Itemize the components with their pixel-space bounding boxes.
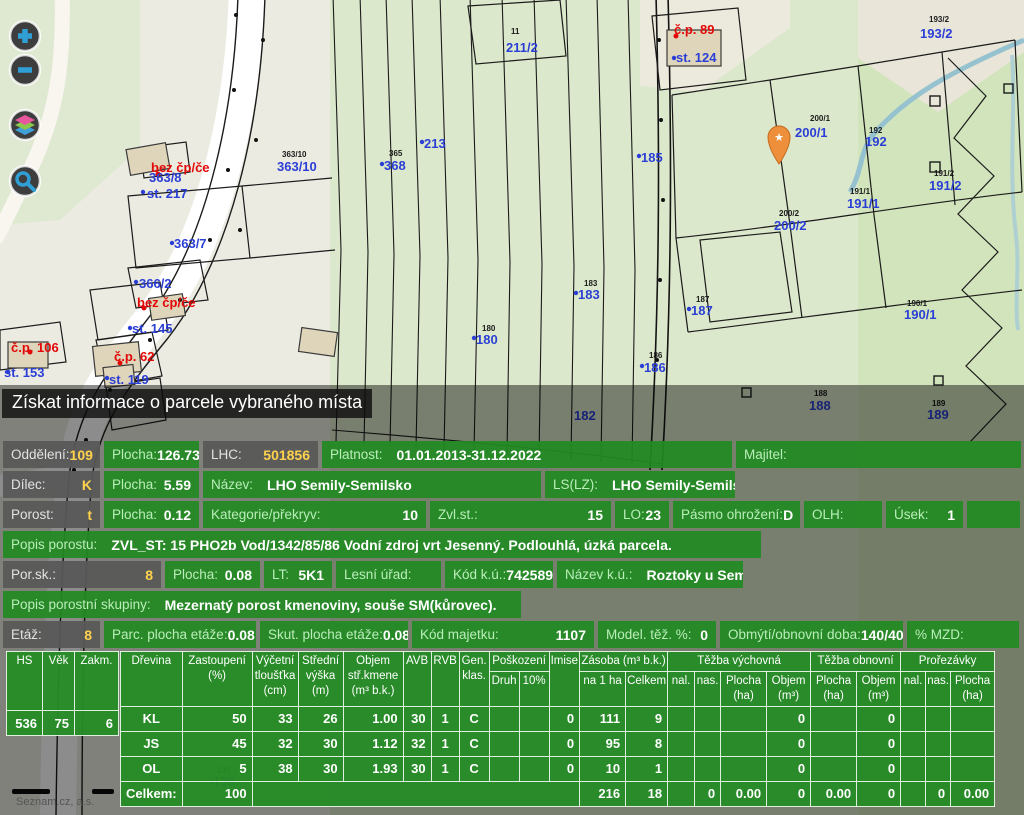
col-gen-klas: Gen. klas. (459, 652, 489, 707)
parcel-label: 200/2 (774, 218, 807, 233)
col-nal: nal. (901, 671, 926, 706)
col-rvb: RVB (431, 652, 459, 707)
parcel-label: 200/1 (795, 125, 828, 140)
parcel-label: 191/2 (929, 178, 962, 193)
layers-button[interactable] (8, 108, 42, 142)
parcel-label: 187 (691, 303, 713, 318)
col-plocha-ha: Plocha (ha) (721, 671, 767, 706)
small-label: 191/2 (934, 169, 954, 178)
parcel-label: 183 (578, 287, 600, 302)
parcel-label: 185 (641, 150, 663, 165)
col-nal: nal. (668, 671, 695, 706)
group-tezba-vychovna: Těžba výchovná (668, 652, 811, 672)
parcel-label: 193/2 (920, 26, 953, 41)
col-druh: Druh (489, 671, 519, 706)
building-label: č.p. 89 (674, 22, 714, 37)
table-row: JS 45 32 30 1.12 32 1 C 0 95 8 0 0 (121, 731, 995, 756)
table-total-row: Celkem: 100 216 18 0 0.00 0 0.00 0 0 0.0… (121, 781, 995, 806)
plus-icon (8, 19, 42, 53)
group-tezba-obnovni: Těžba obnovní (811, 652, 901, 672)
building-label: bez čp/če (137, 295, 196, 310)
col-nas: nas. (695, 671, 721, 706)
parcel-label: 211/2 (506, 40, 538, 55)
col-zastoupeni: Zastoupení (%) (182, 652, 252, 707)
parcel-label: 366/2 (139, 276, 172, 291)
small-label: 193/2 (929, 15, 949, 24)
col-imise: Imise (549, 652, 579, 707)
species-table: Dřevina Zastoupení (%) Výčetní tloušťka … (120, 651, 995, 807)
parcel-label: 213 (424, 136, 446, 151)
small-label: 11 (511, 27, 519, 36)
small-label: 186 (649, 351, 662, 360)
map-application: ★ 211/2 st. 124 193/2 200/1 192 213 363/… (0, 0, 1024, 815)
building-label: bez čp/če (151, 160, 210, 175)
col-zakm: Zakm. (75, 652, 119, 711)
building-label: č.p. 62 (114, 349, 154, 364)
small-label: 363/10 (282, 150, 306, 159)
small-label: 187 (696, 295, 709, 304)
total-label: Celkem: (121, 781, 183, 806)
parcel-label: 186 (644, 360, 666, 375)
stand-summary-table: HS Věk Zakm. 536 75 6 (6, 651, 119, 736)
parcel-label: 190/1 (904, 307, 937, 322)
col-na1ha: na 1 ha (580, 671, 626, 706)
col-vek: Věk (43, 652, 75, 711)
parcel-label: st. 153 (4, 365, 44, 380)
minus-icon (8, 53, 42, 87)
col-vycetni: Výčetní tloušťka (cm) (252, 652, 298, 707)
small-label: 190/1 (907, 299, 927, 308)
zoom-out-button[interactable] (8, 53, 42, 87)
col-10pct: 10% (519, 671, 549, 706)
small-label: 180 (482, 324, 495, 333)
group-poskozeni: Poškození (489, 652, 549, 672)
small-label: 192 (869, 126, 882, 135)
small-label: 200/1 (810, 114, 830, 123)
small-label: 200/2 (779, 209, 799, 218)
small-label: 183 (584, 279, 597, 288)
group-zasoba: Zásoba (m³ b.k.) (580, 652, 668, 672)
col-nas: nas. (926, 671, 951, 706)
col-plocha-ha: Plocha (ha) (811, 671, 857, 706)
col-drevina: Dřevina (121, 652, 183, 707)
col-objem-m3: Objem (m³) (857, 671, 901, 706)
layers-icon (8, 108, 42, 142)
table-row: KL 50 33 26 1.00 30 1 C 0 111 9 0 0 (121, 706, 995, 731)
parcel-label: 363/10 (277, 159, 317, 174)
col-celkem: Celkem (626, 671, 668, 706)
parcel-label: st. 217 (147, 186, 187, 201)
small-label: 191/1 (850, 187, 870, 196)
col-stredni: Střední výška (m) (298, 652, 343, 707)
parcel-label: st. 145 (132, 321, 172, 336)
parcel-label: 368 (384, 158, 406, 173)
parcel-label: st. 124 (676, 50, 716, 65)
col-avb: AVB (403, 652, 431, 707)
search-button[interactable] (8, 164, 42, 198)
search-icon (8, 164, 42, 198)
parcel-label: 191/1 (847, 196, 880, 211)
building-label: č.p. 106 (11, 340, 59, 355)
col-hs: HS (7, 652, 43, 711)
parcel-label: 363/7 (174, 236, 207, 251)
table-row: OL 5 38 30 1.93 30 1 C 0 10 1 0 0 (121, 756, 995, 781)
group-prorezavky: Prořezávky (901, 652, 995, 672)
small-label: 365 (389, 149, 402, 158)
parcel-label: 180 (476, 332, 498, 347)
col-objem-kmene: Objem stř.kmene (m³ b.k.) (343, 652, 403, 707)
table-row: 536 75 6 (7, 711, 119, 736)
col-plocha-ha: Plocha (ha) (951, 671, 995, 706)
parcel-label: 192 (865, 134, 887, 149)
map-tooltip: Získat informace o parcele vybraného mís… (2, 389, 372, 418)
zoom-in-button[interactable] (8, 19, 42, 53)
col-objem-m3: Objem (m³) (767, 671, 811, 706)
